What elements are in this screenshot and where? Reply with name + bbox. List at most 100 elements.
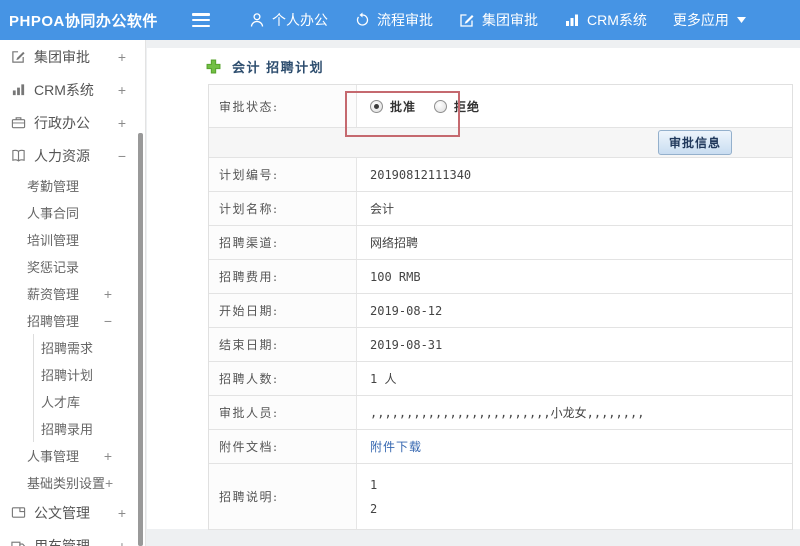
- nav-label: CRM系统: [587, 12, 647, 28]
- field-value: 会计: [370, 202, 395, 216]
- collapse-icon[interactable]: −: [118, 148, 126, 164]
- table-row: 审批人员: ,,,,,,,,,,,,,,,,,,,,,,,,,小龙女,,,,,,…: [209, 396, 792, 430]
- recruit-submenu: 招聘需求 招聘计划 人才库 招聘录用: [33, 334, 145, 442]
- sidebar-item-vehicle[interactable]: 用车管理 +: [0, 529, 145, 546]
- sidebar-item-hr-contract[interactable]: 人事合同: [0, 199, 145, 226]
- sidebar-item-crm[interactable]: CRM系统 +: [0, 73, 145, 106]
- field-label: 附件文档:: [209, 430, 357, 463]
- attachment-download-link[interactable]: 附件下载: [370, 438, 422, 455]
- top-header: PHPOA协同办公软件 个人办公 流程审批 集团审批 CRM系统 更多应用: [0, 0, 800, 40]
- sidebar-item-recruit-hire[interactable]: 招聘录用: [34, 415, 145, 442]
- sidebar-item-base-category[interactable]: 基础类别设置 +: [0, 469, 145, 496]
- sidebar-item-hr[interactable]: 人力资源 −: [0, 139, 145, 172]
- table-row: 招聘人数: 1 人: [209, 362, 792, 396]
- edit-icon: [460, 14, 474, 27]
- approval-info-button[interactable]: 审批信息: [657, 130, 732, 155]
- status-options: 批准 拒绝: [357, 85, 792, 127]
- field-value: 附件下载: [357, 430, 792, 463]
- sidebar-item-personnel-mgmt[interactable]: 人事管理 +: [0, 442, 145, 469]
- sidebar-item-recruit-mgmt[interactable]: 招聘管理 −: [0, 307, 145, 334]
- field-value: 1 2: [357, 464, 792, 529]
- field-label: 招聘渠道:: [209, 226, 357, 259]
- radio-reject[interactable]: [434, 99, 448, 113]
- button-row: 审批信息: [209, 128, 792, 158]
- user-icon: [250, 13, 264, 27]
- flow-icon: [356, 12, 369, 26]
- description-line: 1: [370, 477, 378, 492]
- edit-icon: [11, 49, 27, 64]
- sidebar-item-training[interactable]: 培训管理: [0, 226, 145, 253]
- sidebar-item-recruit-demand[interactable]: 招聘需求: [34, 334, 145, 361]
- nav-label: 个人办公: [272, 12, 328, 28]
- table-row: 结束日期: 2019-08-31: [209, 328, 792, 362]
- field-value: 20190812111340: [370, 167, 472, 182]
- table-row: 附件文档: 附件下载: [209, 430, 792, 464]
- expand-icon[interactable]: +: [118, 82, 126, 98]
- field-label: 招聘费用:: [209, 260, 357, 293]
- sidebar-item-talent-pool[interactable]: 人才库: [34, 388, 145, 415]
- field-label: 招聘人数:: [209, 362, 357, 395]
- expand-icon[interactable]: +: [104, 286, 112, 302]
- add-icon[interactable]: [206, 59, 221, 74]
- field-label: 审批状态:: [209, 85, 357, 127]
- status-row: 审批状态: 批准 拒绝: [209, 85, 792, 128]
- field-label: 计划名称:: [209, 192, 357, 225]
- breadcrumb: 会计 招聘计划: [206, 57, 324, 76]
- field-value: 1 人: [370, 372, 397, 386]
- nav-label: 更多应用: [672, 12, 729, 28]
- expand-icon[interactable]: +: [118, 49, 126, 65]
- field-label: 结束日期:: [209, 328, 357, 361]
- sidebar-item-attendance[interactable]: 考勤管理: [0, 172, 145, 199]
- nav-label: 流程审批: [377, 12, 433, 28]
- collapse-icon[interactable]: −: [104, 313, 112, 329]
- chart-icon: [11, 82, 27, 97]
- nav-workflow-approval[interactable]: 流程审批: [341, 0, 446, 40]
- radio-approve-label[interactable]: 批准: [390, 98, 416, 115]
- page-title: 会计 招聘计划: [232, 60, 325, 75]
- sidebar-item-recruit-plan[interactable]: 招聘计划: [34, 361, 145, 388]
- main-nav: 个人办公 流程审批 集团审批 CRM系统 更多应用: [236, 0, 766, 40]
- caret-down-icon: [736, 17, 746, 23]
- expand-icon[interactable]: +: [118, 538, 126, 546]
- menu-toggle-icon[interactable]: [192, 13, 210, 27]
- book-icon: [11, 148, 27, 163]
- sidebar-item-rewards[interactable]: 奖惩记录: [0, 253, 145, 280]
- table-row: 计划编号: 20190812111340: [209, 158, 792, 192]
- sidebar-item-salary[interactable]: 薪资管理 +: [0, 280, 145, 307]
- field-label: 开始日期:: [209, 294, 357, 327]
- sidebar-item-admin-office[interactable]: 行政办公 +: [0, 106, 145, 139]
- sidebar: 集团审批 + CRM系统 + 行政办公 + 人力资源 − 考勤管理 人事合同 培…: [0, 40, 146, 546]
- field-label: 招聘说明:: [209, 464, 357, 529]
- expand-icon[interactable]: +: [118, 505, 126, 521]
- app-logo: PHPOA协同办公软件: [9, 12, 158, 30]
- radio-approve[interactable]: [370, 99, 383, 113]
- expand-icon[interactable]: +: [105, 475, 113, 491]
- description-line: 2: [370, 501, 378, 516]
- sidebar-item-group-approval[interactable]: 集团审批 +: [0, 40, 145, 73]
- field-value: 2019-08-12: [370, 303, 443, 318]
- field-label: 计划编号:: [209, 158, 357, 191]
- nav-crm-system[interactable]: CRM系统: [551, 0, 660, 40]
- radio-reject-label[interactable]: 拒绝: [454, 98, 480, 115]
- sidebar-scrollbar[interactable]: [138, 133, 143, 546]
- nav-personal-office[interactable]: 个人办公: [236, 0, 341, 40]
- nav-label: 集团审批: [482, 12, 538, 28]
- expand-icon[interactable]: +: [118, 115, 126, 131]
- expand-icon[interactable]: +: [104, 448, 112, 464]
- truck-icon: [11, 538, 27, 546]
- table-row: 招聘说明: 1 2: [209, 464, 792, 530]
- field-value: 100 RMB: [370, 269, 421, 284]
- sidebar-item-documents[interactable]: 公文管理 +: [0, 496, 145, 529]
- main-content: 会计 招聘计划 审批状态: 批准 拒绝 审批信息 计划编号: 201908121…: [147, 40, 800, 546]
- document-icon: [11, 505, 27, 520]
- field-value: 网络招聘: [370, 236, 419, 250]
- nav-more-apps[interactable]: 更多应用: [660, 0, 766, 40]
- table-row: 开始日期: 2019-08-12: [209, 294, 792, 328]
- field-value: ,,,,,,,,,,,,,,,,,,,,,,,,,小龙女,,,,,,,,: [370, 406, 645, 420]
- nav-group-approval[interactable]: 集团审批: [446, 0, 551, 40]
- content-panel: 会计 招聘计划 审批状态: 批准 拒绝 审批信息 计划编号: 201908121…: [147, 48, 800, 530]
- chart-icon: [566, 14, 578, 26]
- table-row: 招聘费用: 100 RMB: [209, 260, 792, 294]
- detail-table: 审批状态: 批准 拒绝 审批信息 计划编号: 20190812111340 计划…: [208, 84, 793, 530]
- field-value: 2019-08-31: [370, 337, 443, 352]
